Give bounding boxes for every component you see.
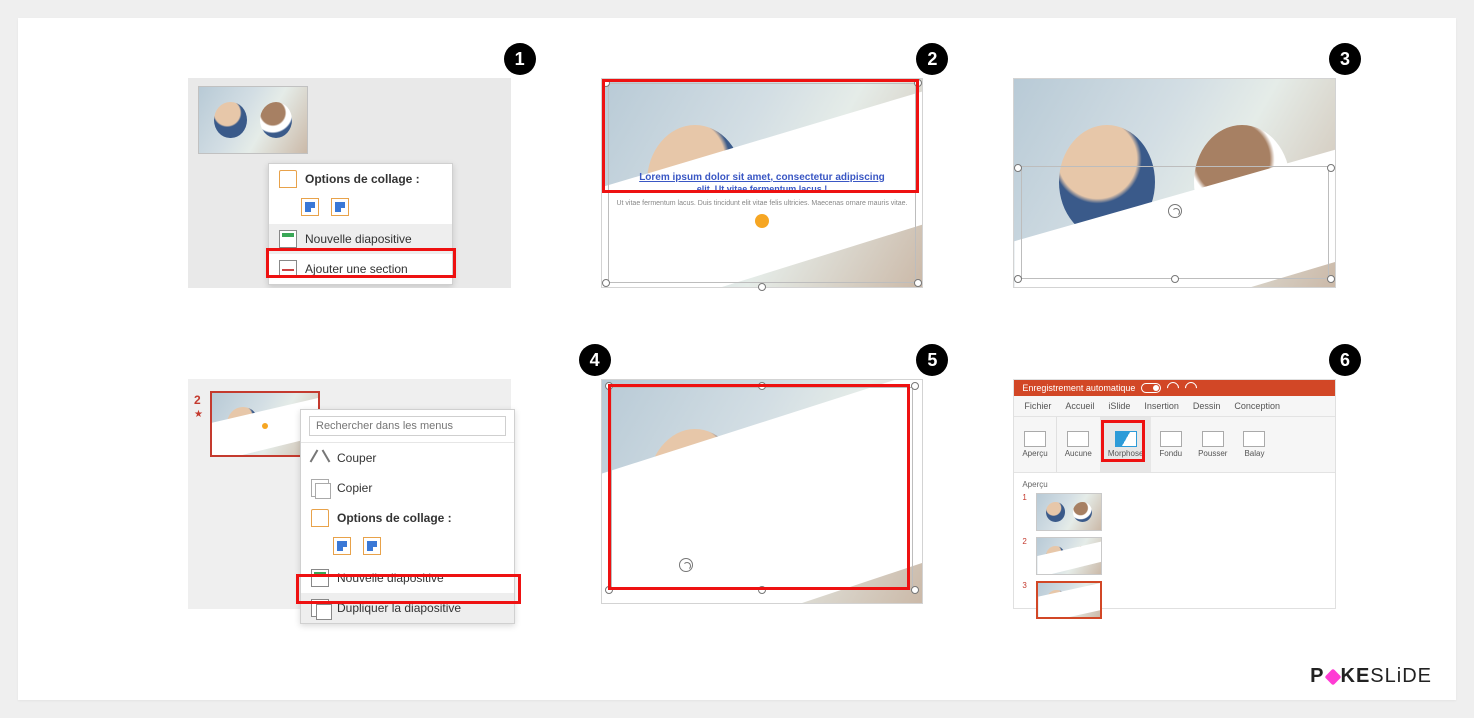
thumb-photo [1037, 494, 1101, 530]
step-6: 6 Enregistrement automatique Fichier Acc… [1013, 379, 1336, 650]
paste-options-label: Options de collage : [337, 511, 452, 525]
ribbon-apercu-label: Aperçu [1022, 449, 1047, 458]
step-5: 5 [601, 379, 924, 650]
highlight-top-crop [602, 79, 919, 193]
paste-options-label: Options de collage : [305, 172, 420, 186]
paste-picture-icon[interactable] [363, 537, 381, 555]
paste-options-icons [301, 533, 514, 563]
thumb-row-3[interactable]: 3 [1022, 581, 1327, 619]
redo-icon[interactable] [1183, 380, 1200, 397]
animation-indicator-icon: ★ [194, 409, 203, 420]
resize-handle[interactable] [602, 279, 610, 287]
autosave-label: Enregistrement automatique [1022, 383, 1135, 393]
step-badge-4: 4 [579, 344, 611, 376]
autosave-toggle[interactable] [1141, 383, 1161, 393]
copy-icon [311, 479, 329, 497]
logo-p: P [1310, 665, 1324, 687]
step-1: 1 Options de collage : [188, 78, 511, 349]
thumb-number: 2 [1022, 537, 1030, 546]
step-3: 3 [1013, 78, 1336, 349]
ribbon-aucune-label: Aucune [1065, 449, 1092, 458]
brand-logo: P KESLiDE [1310, 665, 1432, 688]
transition-wipe-icon [1243, 431, 1265, 447]
thumb-row-1[interactable]: 1 [1022, 493, 1327, 531]
titlebar: Enregistrement automatique [1014, 380, 1335, 396]
selection-outline [1021, 166, 1329, 278]
tab-fichier[interactable]: Fichier [1022, 399, 1053, 413]
cut-item[interactable]: Couper [301, 443, 514, 473]
slide-number: 2 [194, 393, 201, 407]
resize-handle[interactable] [1327, 275, 1335, 283]
ribbon-apercu[interactable]: Aperçu [1014, 417, 1055, 472]
step-badge-2: 2 [916, 43, 948, 75]
step-badge-5: 5 [916, 344, 948, 376]
step-2: 2 Lorem ipsum dolor sit amet, consectetu… [601, 78, 924, 349]
new-slide-label: Nouvelle diapositive [305, 232, 412, 246]
transition-fade-icon [1160, 431, 1182, 447]
tab-dessin[interactable]: Dessin [1191, 399, 1223, 413]
clipboard-icon [311, 509, 329, 527]
powerpoint-window: Enregistrement automatique Fichier Accue… [1013, 379, 1336, 609]
tutorial-card: 1 Options de collage : [18, 18, 1456, 700]
paste-picture-icon[interactable] [331, 198, 349, 216]
ribbon-pousser[interactable]: Pousser [1190, 417, 1235, 472]
highlight-duplicate [296, 574, 521, 604]
slide-thumbnail[interactable] [198, 86, 308, 154]
tab-accueil[interactable]: Accueil [1063, 399, 1096, 413]
ribbon-balay[interactable]: Balay [1235, 417, 1273, 472]
logo-diamond-icon [1324, 668, 1341, 685]
ribbon-fondu[interactable]: Fondu [1151, 417, 1190, 472]
logo-slide: SLiDE [1370, 665, 1432, 687]
ribbon-tabs: Fichier Accueil iSlide Insertion Dessin … [1014, 396, 1335, 417]
slide-canvas [1013, 78, 1336, 288]
preview-icon [1024, 431, 1046, 447]
copy-label: Copier [337, 481, 372, 495]
ribbon-pousser-label: Pousser [1198, 449, 1227, 458]
logo-ke: KE [1341, 665, 1371, 687]
paste-options-icons [269, 194, 452, 224]
tab-islide[interactable]: iSlide [1106, 399, 1132, 413]
cut-label: Couper [337, 451, 376, 465]
slide-panel: Aperçu 1 2 3 [1014, 474, 1335, 608]
highlight-new-slide [266, 248, 456, 278]
new-slide-icon [279, 230, 297, 248]
slide-canvas [601, 379, 924, 604]
tab-insertion[interactable]: Insertion [1142, 399, 1181, 413]
tab-conception[interactable]: Conception [1232, 399, 1282, 413]
menu-search-row [301, 410, 514, 443]
bullet-dot-icon [262, 423, 268, 429]
resize-handle[interactable] [758, 283, 766, 291]
transition-none-icon [1067, 431, 1089, 447]
highlight-morphose [1101, 420, 1145, 462]
ribbon-balay-label: Balay [1244, 449, 1264, 458]
thumb-number: 1 [1022, 493, 1030, 502]
highlight-shape [608, 384, 909, 589]
undo-icon[interactable] [1165, 380, 1182, 397]
paste-keep-source-icon[interactable] [333, 537, 351, 555]
step-4: 4 2 ★ Couper [188, 379, 511, 650]
copy-item[interactable]: Copier [301, 473, 514, 503]
thumb-row-2[interactable]: 2 [1022, 537, 1327, 575]
transition-push-icon [1202, 431, 1224, 447]
menu-search-input[interactable] [309, 416, 506, 436]
slide-canvas: Lorem ipsum dolor sit amet, consectetur … [601, 78, 924, 288]
step-badge-1: 1 [504, 43, 536, 75]
step-badge-6: 6 [1329, 344, 1361, 376]
scissors-icon [311, 449, 329, 467]
paste-keep-source-icon[interactable] [301, 198, 319, 216]
resize-handle[interactable] [1171, 275, 1179, 283]
ribbon-aucune[interactable]: Aucune [1057, 417, 1100, 472]
step-badge-3: 3 [1329, 43, 1361, 75]
ribbon-fondu-label: Fondu [1159, 449, 1182, 458]
clipboard-icon [279, 170, 297, 188]
paste-options-row: Options de collage : [269, 164, 452, 194]
ribbon: Aperçu Aucune Morphose [1014, 417, 1335, 473]
paste-options-row: Options de collage : [301, 503, 514, 533]
side-label: Aperçu [1022, 480, 1327, 489]
rotate-handle-icon[interactable] [1168, 204, 1182, 218]
thumb-number: 3 [1022, 581, 1030, 590]
